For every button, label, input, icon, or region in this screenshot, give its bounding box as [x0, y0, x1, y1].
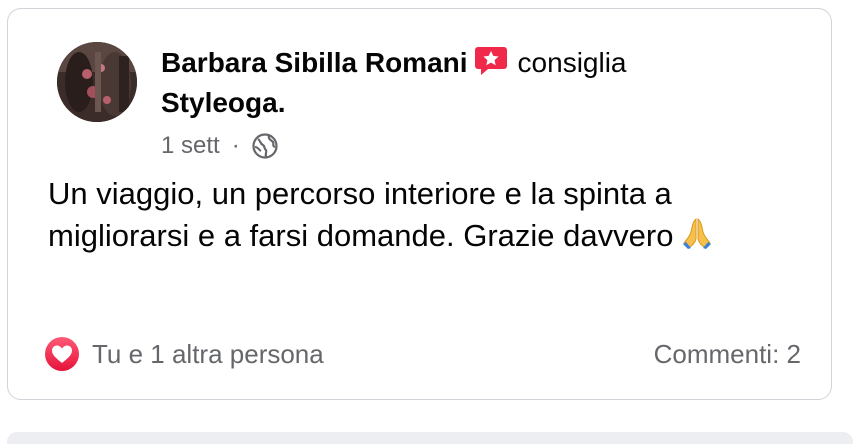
avatar-photo	[57, 42, 137, 122]
comments-count-link[interactable]: Commenti: 2	[654, 339, 801, 370]
heart-reaction-icon	[44, 336, 80, 372]
next-card-edge	[7, 432, 853, 444]
author-avatar[interactable]	[57, 42, 137, 122]
post-card: Barbara Sibilla Romani consiglia Styleoga…	[7, 8, 832, 400]
post-time[interactable]: 1 sett	[161, 129, 220, 163]
reactions-label: Tu e 1 altra persona	[92, 338, 324, 369]
post-footer: Tu e 1 altra persona Commenti: 2	[44, 334, 801, 374]
reactions-summary[interactable]: Tu e 1 altra persona	[44, 336, 324, 372]
post-text-block: Un viaggio, un percorso interiore e la s…	[48, 173, 808, 257]
author-name[interactable]: Barbara Sibilla Romani	[161, 47, 468, 78]
folded-hands-icon	[679, 215, 715, 251]
page-name[interactable]: Styleoga.	[161, 83, 781, 123]
globe-icon[interactable]	[252, 133, 278, 159]
post-meta: 1 sett ·	[161, 129, 781, 163]
post-text: Un viaggio, un percorso interiore e la s…	[48, 176, 674, 253]
header-line: Barbara Sibilla Romani consiglia	[161, 43, 781, 83]
recommend-star-icon	[474, 44, 508, 78]
recommend-verb: consiglia	[517, 47, 627, 78]
post-header: Barbara Sibilla Romani consiglia Styleoga…	[161, 43, 781, 163]
meta-separator: ·	[231, 132, 240, 159]
